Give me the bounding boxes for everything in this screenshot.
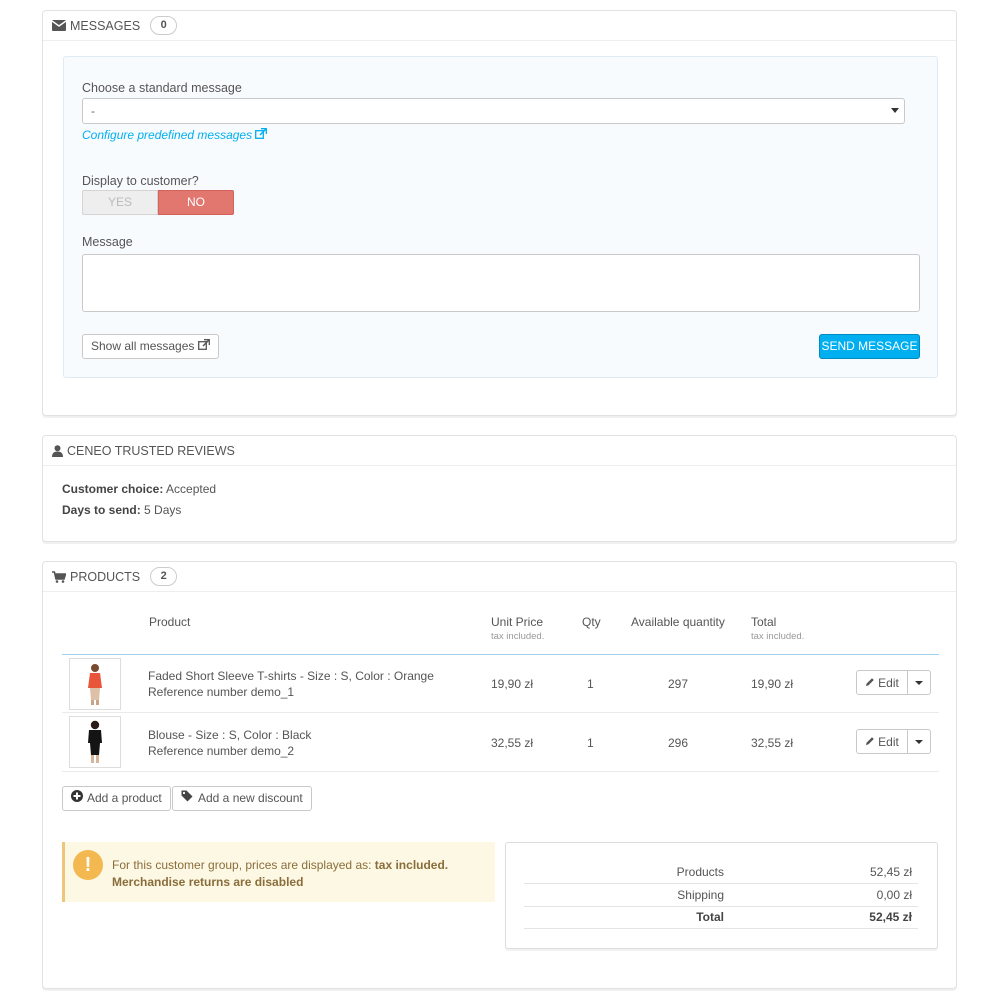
add-product-label: Add a product [87, 791, 162, 805]
messages-heading: Messages 0 [43, 11, 956, 41]
alert-message: For this customer group, prices are disp… [112, 858, 372, 872]
external-link-icon [255, 128, 268, 142]
choose-message-label: Choose a standard message [82, 81, 242, 95]
products-panel: Products 2 Product Unit Price tax includ… [42, 561, 957, 989]
toggle-no[interactable]: NO [158, 190, 234, 215]
totals-products-row: Products 52,45 zł [524, 862, 918, 884]
totals-products-label: Products [676, 865, 724, 879]
unit-price: 19,90 zł [491, 677, 534, 691]
available-quantity: 296 [668, 736, 689, 750]
product-reference-link[interactable]: Reference number demo_1 [148, 685, 294, 699]
totals-shipping-value: 0,00 zł [876, 888, 912, 902]
row-divider [62, 712, 939, 713]
col-product: Product [149, 615, 191, 629]
messages-count-badge: 0 [150, 16, 178, 35]
row-total: 19,90 zł [751, 677, 794, 691]
user-icon [52, 444, 63, 457]
caret-down-icon [915, 680, 923, 685]
products-count-badge: 2 [150, 567, 178, 586]
messages-title: Messages [70, 18, 141, 33]
available-quantity: 297 [668, 677, 689, 691]
customer-choice-key: Customer choice: [62, 482, 164, 496]
edit-label: Edit [878, 675, 899, 690]
product-thumbnail[interactable] [69, 716, 121, 768]
tags-icon [181, 787, 194, 810]
edit-button[interactable]: Edit [856, 729, 908, 754]
totals-total-row: Total 52,45 zł [524, 907, 918, 929]
plus-circle-icon [71, 787, 83, 810]
days-to-send-key: Days to send: [62, 503, 141, 517]
caret-down-icon [915, 739, 923, 744]
products-heading: Products 2 [43, 562, 956, 592]
customer-choice-row: Customer choice: Accepted [62, 482, 216, 496]
totals-products-value: 52,45 zł [869, 865, 912, 879]
alert-tax-mode: tax included. [374, 858, 449, 872]
messages-panel: Messages 0 Choose a standard message - C… [42, 10, 957, 416]
select-value: - [91, 104, 95, 118]
ceneo-heading: Ceneo Trusted Reviews [43, 436, 956, 466]
pencil-icon [865, 676, 875, 690]
message-textarea[interactable] [82, 254, 920, 312]
add-discount-button[interactable]: Add a new discount [172, 786, 312, 811]
edit-dropdown-toggle[interactable] [908, 670, 931, 695]
envelope-icon [52, 20, 66, 31]
col-unit-price: Unit Price tax included. [491, 615, 544, 642]
days-to-send-row: Days to send: 5 Days [62, 503, 181, 517]
row-divider [62, 771, 939, 772]
edit-label: Edit [878, 734, 899, 749]
product-reference-link[interactable]: Reference number demo_2 [148, 744, 294, 758]
pencil-icon [865, 735, 875, 749]
caret-down-icon [891, 108, 899, 113]
send-message-button[interactable]: SEND MESSAGE [819, 334, 920, 359]
message-form: Choose a standard message - Configure pr… [63, 56, 938, 378]
table-header-divider [62, 654, 939, 655]
products-title: Products [70, 569, 141, 584]
tax-info-alert: ! For this customer group, prices are di… [62, 842, 495, 902]
totals-shipping-row: Shipping 0,00 zł [524, 885, 918, 907]
alert-text: For this customer group, prices are disp… [112, 857, 448, 891]
col-total: Total tax included. [751, 615, 804, 642]
customer-choice-value: Accepted [166, 482, 217, 496]
col-total-note: tax included. [751, 631, 805, 642]
col-qty: Qty [582, 615, 601, 629]
product-thumbnail[interactable] [69, 658, 121, 710]
quantity: 1 [587, 736, 594, 750]
days-to-send-value: 5 Days [144, 503, 182, 517]
configure-messages-text: Configure predefined messages [82, 128, 253, 142]
totals-total-label: Total [696, 910, 724, 924]
edit-button-group: Edit [856, 670, 931, 695]
message-label: Message [82, 235, 133, 249]
ceneo-title: Ceneo Trusted Reviews [67, 443, 235, 458]
order-totals-panel: Products 52,45 zł Shipping 0,00 zł Total… [505, 842, 938, 949]
configure-messages-link[interactable]: Configure predefined messages [82, 128, 268, 142]
ceneo-panel: Ceneo Trusted Reviews Customer choice: A… [42, 435, 957, 542]
add-discount-label: Add a new discount [198, 791, 303, 805]
display-customer-label: Display to customer? [82, 174, 199, 188]
standard-message-select[interactable]: - [82, 98, 905, 124]
product-name-link[interactable]: Faded Short Sleeve T-shirts - Size : S, … [148, 669, 434, 683]
totals-shipping-label: Shipping [677, 888, 724, 902]
edit-button-group: Edit [856, 729, 931, 754]
toggle-yes[interactable]: YES [82, 190, 158, 215]
unit-price: 32,55 zł [491, 736, 534, 750]
totals-total-value: 52,45 zł [869, 910, 912, 924]
col-total-label: Total [751, 615, 777, 629]
col-unit-price-label: Unit Price [491, 615, 544, 629]
product-name-link[interactable]: Blouse - Size : S, Color : Black [148, 728, 311, 742]
exclamation-circle-icon: ! [73, 850, 103, 880]
display-customer-toggle[interactable]: YES NO [82, 190, 234, 215]
external-link-icon [198, 335, 211, 358]
col-unit-price-note: tax included. [491, 631, 545, 642]
alert-returns-disabled: Merchandise returns are disabled [112, 875, 304, 889]
row-total: 32,55 zł [751, 736, 794, 750]
edit-button[interactable]: Edit [856, 670, 908, 695]
add-product-button[interactable]: Add a product [62, 786, 171, 811]
show-all-messages-button[interactable]: Show all messages [82, 334, 220, 359]
edit-dropdown-toggle[interactable] [908, 729, 931, 754]
col-available: Available quantity [631, 615, 725, 629]
quantity: 1 [587, 677, 594, 691]
shopping-cart-icon [52, 570, 66, 583]
show-all-messages-text: Show all messages [91, 339, 195, 353]
